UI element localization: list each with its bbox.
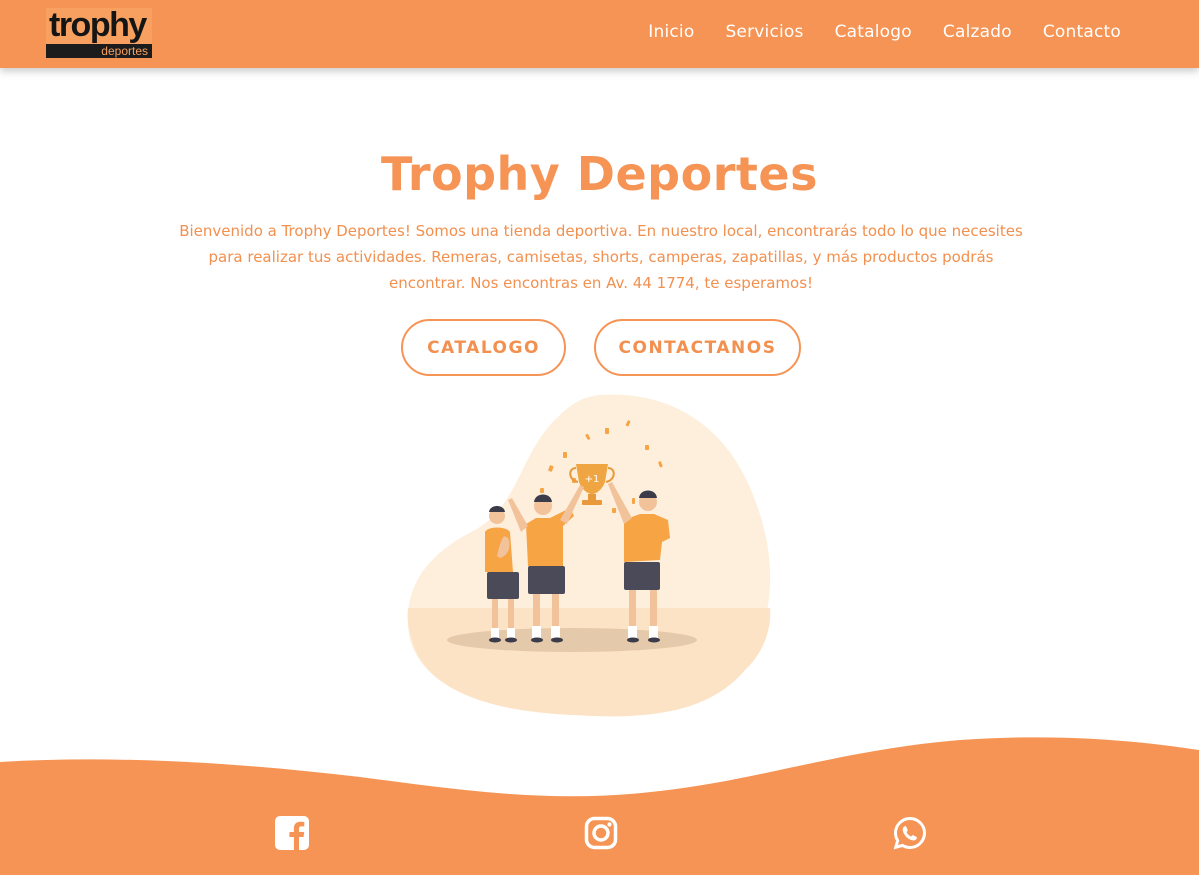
facebook-icon[interactable]: [274, 815, 310, 851]
nav-link-servicios[interactable]: Servicios: [725, 20, 803, 44]
nav-link-contacto[interactable]: Contacto: [1043, 20, 1121, 44]
instagram-icon[interactable]: [583, 815, 619, 851]
logo-word: trophy: [49, 6, 147, 44]
illustration-ground: [407, 608, 771, 717]
main-nav: Inicio Servicios Catalogo Calzado Contac…: [648, 20, 1121, 44]
catalogo-button[interactable]: CATALOGO: [401, 319, 566, 376]
contactanos-button[interactable]: CONTACTANOS: [594, 319, 801, 376]
top-navbar: trophy deportes Inicio Servicios Catalog…: [0, 0, 1199, 68]
nav-link-calzado[interactable]: Calzado: [943, 20, 1012, 44]
trophy-mark: +1: [585, 474, 600, 485]
trophy-deportes-logo[interactable]: trophy deportes: [46, 6, 152, 58]
hero-title: Trophy Deportes: [381, 147, 818, 201]
logo-subtitle: deportes: [101, 44, 148, 58]
nav-link-catalogo[interactable]: Catalogo: [835, 20, 912, 44]
footer-wave: [0, 737, 1199, 875]
logo-background: trophy: [46, 6, 152, 44]
hero-description: Bienvenido a Trophy Deportes! Somos una …: [179, 222, 1023, 292]
nav-link-inicio[interactable]: Inicio: [648, 20, 694, 44]
whatsapp-icon[interactable]: [892, 815, 928, 851]
team-trophy-illustration: +1: [407, 394, 771, 717]
